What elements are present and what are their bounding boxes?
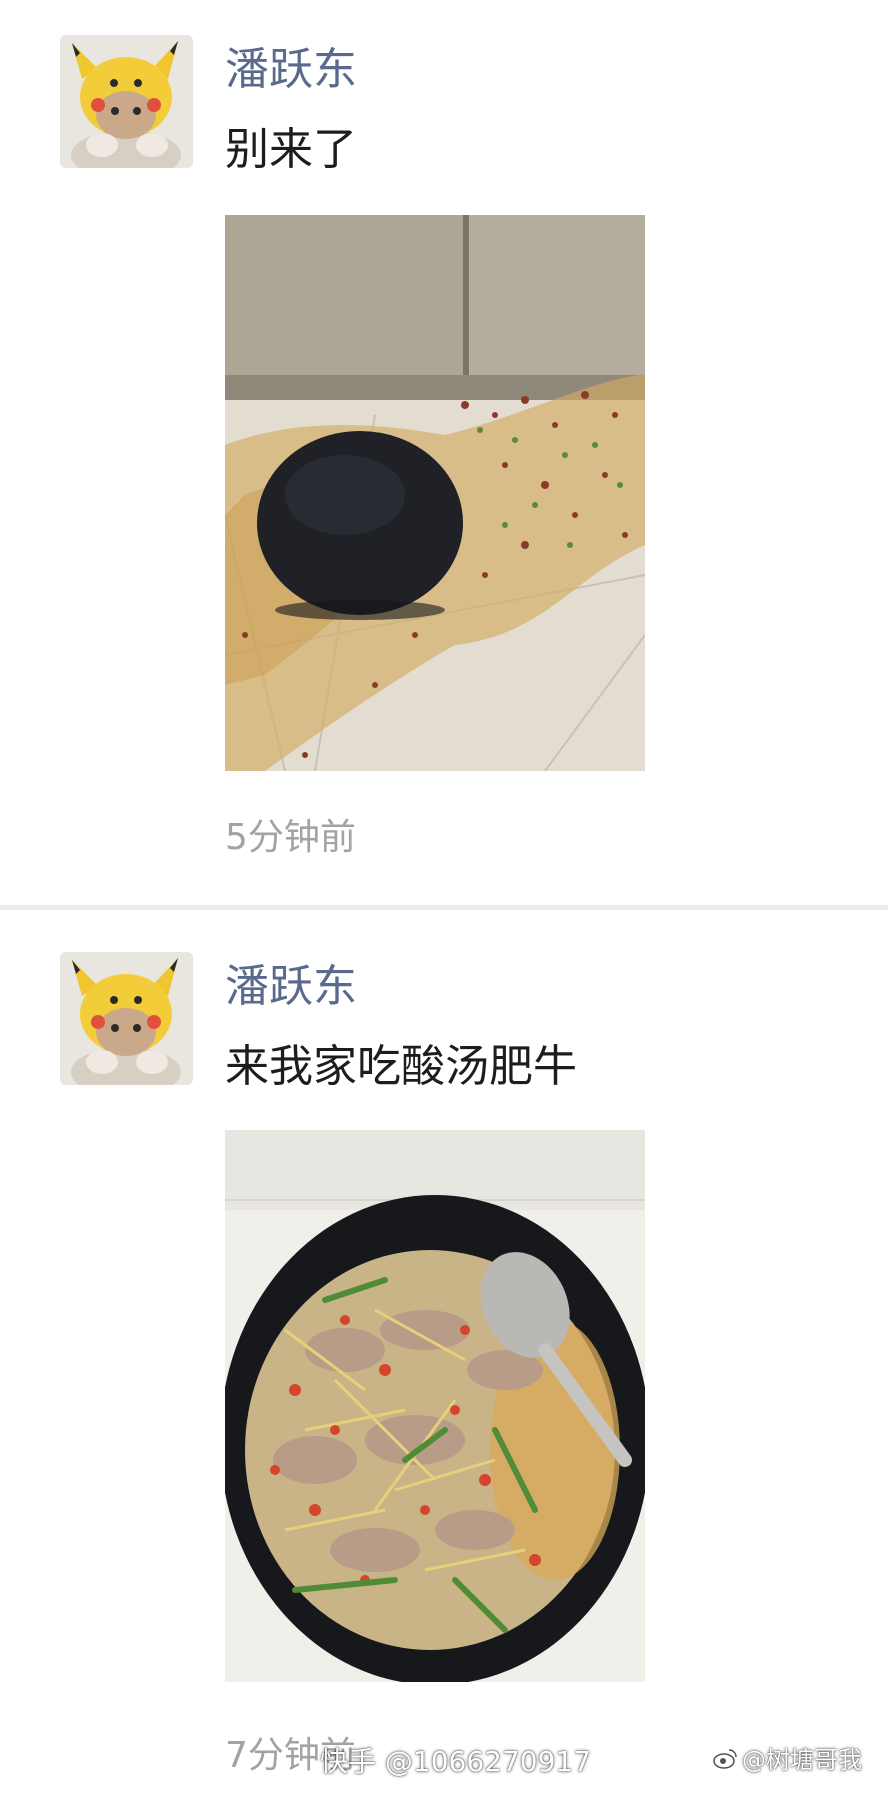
username-link[interactable]: 潘跃东 <box>225 48 357 92</box>
weibo-icon <box>712 1746 738 1772</box>
post-photo[interactable] <box>225 1130 645 1682</box>
wok-soup-photo <box>225 1130 645 1682</box>
pikachu-hat-cat-avatar-icon <box>60 35 193 168</box>
username-link[interactable]: 潘跃东 <box>225 965 357 1009</box>
post-text: 别来了 <box>225 124 357 175</box>
overturned-wok-photo <box>225 215 645 771</box>
pikachu-hat-cat-avatar-icon <box>60 952 193 1085</box>
post-timestamp: 5分钟前 <box>225 817 356 858</box>
watermark-weibo: @树塘哥我 <box>742 1746 862 1774</box>
watermark-kuaishou: 快手 @1066270917 <box>320 1745 592 1778</box>
moment-post: 潘跃东 来我家吃酸汤肥牛 7分钟前 <box>0 910 888 1802</box>
post-photo[interactable] <box>225 215 645 771</box>
avatar[interactable] <box>60 35 193 168</box>
post-text: 来我家吃酸汤肥牛 <box>225 1041 577 1092</box>
avatar[interactable] <box>60 952 193 1085</box>
moment-post: 潘跃东 别来了 5分钟前 <box>0 0 888 905</box>
